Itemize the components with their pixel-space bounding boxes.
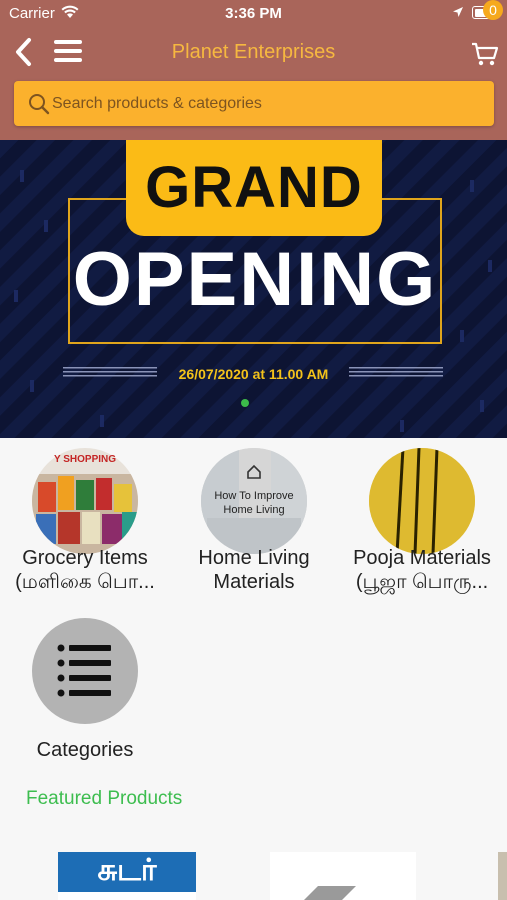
category-label-line2: (மளிகை பொ... (15, 571, 155, 593)
category-label-line1: Categories (36, 739, 134, 761)
category-label-line2: (பூஜா பொரு... (355, 571, 489, 593)
clock: 3:36 PM (225, 5, 282, 22)
banner-headline-top: GRAND (126, 140, 382, 236)
category-label-line1: Grocery Items (22, 547, 148, 569)
app-header: Carrier 3:36 PM Planet Enterprises 0 (0, 0, 507, 140)
category-label-line2: Materials (213, 571, 295, 593)
cart-count-badge: 0 (483, 0, 503, 20)
category-home-living-materials[interactable]: How To Improve Home Living Home Living M… (169, 448, 339, 598)
category-label-line1: Home Living (198, 547, 310, 569)
pooja-materials-image (369, 448, 475, 554)
product-image (304, 886, 356, 900)
categories-thumbnail (32, 618, 138, 724)
grocery-thumb-caption: Y SHOPPING (53, 454, 117, 465)
product-brand-stripe (58, 892, 196, 900)
product-card[interactable]: சுடர் (58, 852, 196, 900)
product-brand-logo: சுடர் (97, 854, 157, 887)
cart-button[interactable] (470, 38, 500, 68)
app-title: Planet Enterprises (171, 41, 336, 63)
category-pooja-materials[interactable]: Pooja Materials (பூஜா பொரு... (337, 448, 507, 598)
category-label-line1: Pooja Materials (353, 547, 491, 569)
home-living-thumb-caption-2: Home Living (223, 504, 285, 516)
status-bar: Carrier 3:36 PM (0, 0, 507, 28)
pooja-thumbnail (369, 448, 475, 554)
promo-banner[interactable]: GRAND OPENING 26/07/2020 at 11.00 AM (0, 140, 507, 438)
banner-rule-right (349, 367, 443, 377)
search-input[interactable] (52, 81, 482, 126)
category-grocery-items[interactable]: Y SHOPPING Grocery Items (மளிகை பொ... (0, 448, 170, 598)
product-card[interactable] (498, 852, 507, 900)
carousel-page-indicator[interactable] (241, 399, 249, 407)
list-icon (57, 644, 111, 697)
search-icon (29, 94, 50, 115)
product-card[interactable] (270, 852, 416, 900)
navigation-bar: Planet Enterprises (0, 28, 507, 76)
category-all-categories[interactable]: Categories (0, 618, 170, 764)
location-arrow-icon (453, 7, 463, 17)
home-living-thumb-caption-1: How To Improve (214, 490, 294, 502)
search-bar[interactable] (14, 81, 494, 126)
banner-headline-main: OPENING (72, 237, 438, 322)
featured-products-heading: Featured Products (26, 788, 183, 809)
